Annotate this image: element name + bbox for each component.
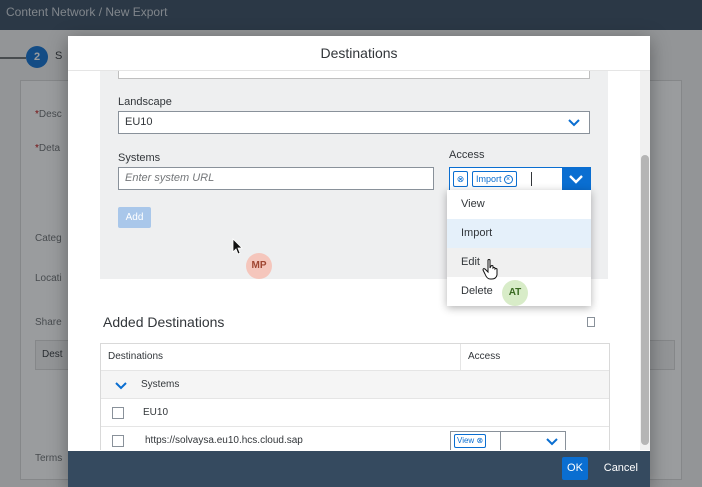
- chevron-down-icon[interactable]: [545, 432, 559, 450]
- row-checkbox[interactable]: [112, 435, 124, 447]
- row-label: EU10: [143, 407, 169, 418]
- systems-input[interactable]: Enter system URL: [118, 167, 434, 190]
- text-caret: [531, 172, 532, 186]
- ok-button[interactable]: OK: [562, 457, 588, 480]
- col-header-destinations: Destinations: [101, 344, 461, 370]
- group-row-systems[interactable]: Systems: [101, 370, 609, 398]
- landscape-select[interactable]: EU10: [118, 111, 590, 134]
- clear-icon[interactable]: ⊗: [453, 171, 468, 187]
- added-destinations-title: Added Destinations: [103, 314, 225, 330]
- col-header-access: Access: [468, 351, 501, 362]
- access-multicombo[interactable]: ⊗ Import ×: [449, 167, 591, 191]
- row-url: https://solvaysa.eu10.hcs.cloud.sap: [145, 435, 303, 446]
- dialog-scrollbar[interactable]: [640, 71, 650, 450]
- token-remove-icon[interactable]: ×: [503, 175, 513, 185]
- previous-field[interactable]: [118, 71, 590, 79]
- avatar: MP: [246, 253, 272, 279]
- table-row[interactable]: https://solvaysa.eu10.hcs.cloud.sap View…: [101, 426, 609, 450]
- access-token-label: Import: [476, 174, 502, 184]
- delete-icon[interactable]: [587, 317, 595, 327]
- access-label: Access: [449, 149, 485, 161]
- dialog-title: Destinations: [68, 36, 650, 71]
- token-remove-icon[interactable]: ⊗: [476, 436, 483, 445]
- row-access-token-label: View: [457, 436, 475, 445]
- scrollbar-thumb[interactable]: [641, 155, 649, 445]
- cancel-button[interactable]: Cancel: [602, 457, 640, 480]
- option-view[interactable]: View: [447, 190, 591, 219]
- row-access-multicombo[interactable]: View ⊗: [450, 431, 566, 450]
- option-edit[interactable]: Edit: [447, 248, 591, 277]
- destinations-table: Destinations Access Systems EU10 https:/…: [100, 343, 610, 450]
- access-dropdown-button[interactable]: [562, 168, 590, 190]
- table-row[interactable]: EU10: [101, 398, 609, 426]
- chevron-down-icon: [567, 115, 581, 129]
- chevron-down-icon: [569, 175, 583, 184]
- row-checkbox[interactable]: [112, 407, 124, 419]
- landscape-value: EU10: [125, 116, 153, 128]
- dialog-footer: OK Cancel: [68, 451, 650, 487]
- systems-label: Systems: [118, 152, 161, 164]
- landscape-label: Landscape: [118, 96, 172, 108]
- access-token-import[interactable]: Import ×: [472, 171, 517, 187]
- hand-cursor-icon: [482, 258, 500, 285]
- group-label: Systems: [141, 379, 180, 390]
- destinations-dialog: Destinations Landscape EU10 Systems Ente…: [68, 36, 650, 487]
- separator: [500, 432, 501, 450]
- avatar: AT: [502, 280, 528, 306]
- option-import[interactable]: Import: [447, 219, 591, 248]
- pointer-cursor-icon: [232, 238, 244, 261]
- row-access-token[interactable]: View ⊗: [454, 434, 487, 448]
- add-button[interactable]: Add: [118, 207, 151, 228]
